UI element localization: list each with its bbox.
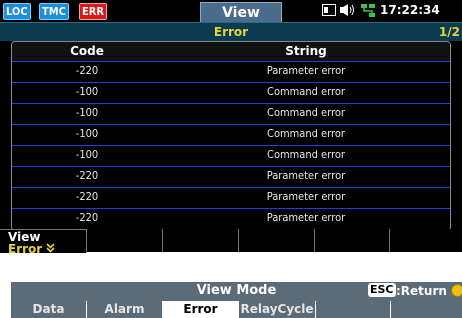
lan-icon (360, 4, 376, 21)
column-header-string: String (285, 44, 327, 58)
page-indicator: 1/2 (438, 25, 460, 39)
error-code: -220 (75, 169, 99, 182)
softkey-2[interactable] (87, 229, 163, 252)
table-header: Code String (12, 42, 450, 61)
instrument-screen: LOC TMC ERR View 17:22:34 Error 1/2 Code… (0, 0, 462, 256)
view-softkey[interactable]: View Error (0, 229, 87, 256)
table-row[interactable]: -220 Parameter error (12, 61, 450, 81)
softkey-bar: View Error (0, 229, 462, 256)
mode-error[interactable]: Error (163, 301, 239, 318)
clock: 17:22:34 (380, 3, 440, 17)
tmc-badge: TMC (39, 3, 69, 20)
mode-alarm[interactable]: Alarm (87, 301, 163, 318)
mode-relaycycle[interactable]: RelayCycle (239, 301, 316, 318)
table-row[interactable]: -220 Parameter error (12, 187, 450, 207)
mode-empty-6[interactable] (391, 301, 462, 318)
error-string: Command error (267, 127, 345, 140)
loc-badge: LOC (3, 3, 31, 20)
mode-data[interactable]: Data (11, 301, 87, 318)
error-string: Parameter error (266, 190, 346, 203)
error-code: -100 (75, 127, 99, 140)
table-row[interactable]: -100 Command error (12, 145, 450, 165)
column-header-code: Code (70, 44, 104, 58)
table-row[interactable]: -220 Parameter error (12, 166, 450, 186)
error-code: -220 (75, 211, 99, 224)
softkey-6[interactable] (390, 229, 462, 252)
sub-header: Error 1/2 (0, 22, 462, 41)
error-code: -220 (75, 190, 99, 203)
error-code: -100 (75, 148, 99, 161)
double-chevron-down-icon (46, 243, 55, 257)
error-code: -100 (75, 106, 99, 119)
rotary-knob-icon (451, 284, 462, 297)
list-title: Error (213, 25, 249, 39)
esc-key[interactable]: ESC (368, 283, 396, 297)
error-code: -220 (75, 64, 99, 77)
err-badge: ERR (79, 3, 108, 20)
error-code: -100 (75, 85, 99, 98)
error-string: Parameter error (266, 64, 346, 77)
softkey-3[interactable] (163, 229, 239, 252)
softkey-5[interactable] (315, 229, 390, 252)
speaker-icon (340, 4, 356, 19)
error-string: Command error (267, 148, 345, 161)
screen-title: View (200, 2, 282, 23)
table-row[interactable]: -220 Parameter error (12, 208, 450, 228)
mode-empty-5[interactable] (316, 301, 391, 318)
memory-card-icon (322, 4, 336, 19)
softkey-4[interactable] (239, 229, 315, 252)
status-bar: LOC TMC ERR View 17:22:34 (0, 0, 462, 23)
view-mode-bar: View Mode ESC :Return (11, 282, 462, 300)
table-row[interactable]: -100 Command error (12, 82, 450, 102)
error-string: Command error (267, 106, 345, 119)
table-row[interactable]: -100 Command error (12, 124, 450, 144)
softkey-value: Error (8, 242, 43, 256)
error-string: Command error (267, 85, 345, 98)
error-string: Parameter error (266, 211, 346, 224)
error-table: Code String -220 Parameter error -100 Co… (11, 41, 451, 231)
view-mode-options: Data Alarm Error RelayCycle (11, 300, 462, 318)
table-row[interactable]: -100 Command error (12, 103, 450, 123)
error-string: Parameter error (266, 169, 346, 182)
return-label: :Return (396, 284, 447, 298)
